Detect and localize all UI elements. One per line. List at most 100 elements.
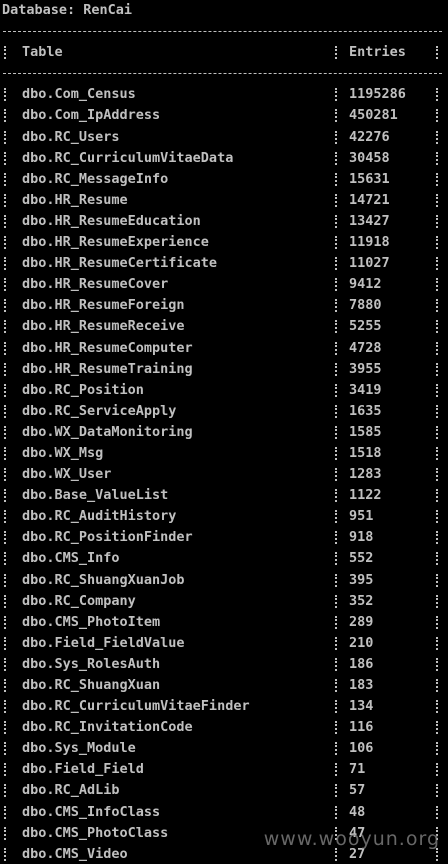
column-separator bbox=[335, 573, 339, 587]
column-separator bbox=[335, 425, 339, 439]
column-separator bbox=[4, 257, 8, 271]
border-rule bbox=[3, 73, 442, 75]
table-row: dbo.HR_Resume 14721 bbox=[0, 190, 448, 211]
column-separator bbox=[335, 341, 339, 355]
entry-count: 395 bbox=[349, 571, 374, 588]
entry-count: 1195286 bbox=[349, 86, 406, 103]
column-separator bbox=[4, 721, 8, 735]
table-body: dbo.Com_Census 1195286 dbo.Com_IpAddress 4… bbox=[0, 84, 448, 864]
table-name: dbo.Com_Census bbox=[22, 86, 136, 103]
table-row: dbo.RC_Position 3419 bbox=[0, 380, 448, 401]
table-name: dbo.CMS_InfoClass bbox=[22, 803, 161, 820]
console-window: Database: RenCai Table Entries dbo.Com_C… bbox=[0, 0, 448, 864]
column-separator bbox=[335, 763, 339, 777]
column-separator bbox=[335, 489, 339, 503]
table-name: dbo.CMS_PhotoItem bbox=[22, 613, 161, 630]
table-name: dbo.HR_ResumeTraining bbox=[22, 360, 193, 377]
column-separator bbox=[335, 805, 339, 819]
column-separator bbox=[335, 88, 339, 102]
column-separator bbox=[4, 299, 8, 313]
table-name: dbo.Com_IpAddress bbox=[22, 107, 161, 124]
table-name: dbo.Sys_Module bbox=[22, 740, 136, 757]
table-row: dbo.RC_PositionFinder 918 bbox=[0, 527, 448, 548]
column-separator bbox=[4, 109, 8, 123]
column-separator bbox=[436, 489, 440, 503]
entry-count: 1635 bbox=[349, 402, 382, 419]
column-separator bbox=[335, 320, 339, 334]
table-name: dbo.CMS_Video bbox=[22, 845, 128, 862]
entry-count: 4728 bbox=[349, 339, 382, 356]
column-separator bbox=[335, 193, 339, 207]
column-separator bbox=[4, 615, 8, 629]
entry-count: 289 bbox=[349, 613, 374, 630]
column-separator bbox=[436, 278, 440, 292]
table-name: dbo.RC_AdLib bbox=[22, 782, 120, 799]
column-separator bbox=[436, 805, 440, 819]
table-header-row: Table Entries bbox=[0, 42, 448, 63]
column-separator bbox=[335, 636, 339, 650]
entry-count: 7880 bbox=[349, 297, 382, 314]
entry-count: 3419 bbox=[349, 381, 382, 398]
column-separator bbox=[436, 193, 440, 207]
entry-count: 5255 bbox=[349, 318, 382, 335]
column-separator bbox=[4, 151, 8, 165]
watermark: www.wooyun.org bbox=[263, 827, 440, 850]
column-separator bbox=[4, 425, 8, 439]
column-separator bbox=[4, 172, 8, 186]
column-separator bbox=[4, 552, 8, 566]
column-separator bbox=[335, 615, 339, 629]
column-separator bbox=[4, 657, 8, 671]
column-separator bbox=[436, 46, 440, 60]
database-line: Database: RenCai bbox=[0, 0, 448, 21]
entry-count: 1585 bbox=[349, 423, 382, 440]
column-separator bbox=[335, 236, 339, 250]
column-separator bbox=[4, 383, 8, 397]
column-separator bbox=[4, 362, 8, 376]
column-separator bbox=[436, 404, 440, 418]
table-name: dbo.RC_ShuangXuan bbox=[22, 677, 161, 693]
table-row: dbo.HR_ResumeExperience 11918 bbox=[0, 232, 448, 253]
column-separator bbox=[335, 109, 339, 123]
table-row: dbo.Sys_RolesAuth 186 bbox=[0, 654, 448, 675]
entry-count: 1518 bbox=[349, 444, 382, 461]
column-separator bbox=[436, 510, 440, 524]
table-name: dbo.HR_ResumeCover bbox=[22, 276, 169, 293]
table-row: dbo.RC_InvitationCode 116 bbox=[0, 717, 448, 738]
table-row: dbo.RC_AdLib 57 bbox=[0, 780, 448, 801]
column-separator bbox=[335, 468, 339, 482]
table-row: dbo.WX_DataMonitoring 1585 bbox=[0, 422, 448, 443]
column-separator bbox=[335, 151, 339, 165]
entry-count: 57 bbox=[349, 782, 366, 799]
entry-count: 11027 bbox=[349, 255, 390, 272]
table-row: dbo.RC_ServiceApply 1635 bbox=[0, 401, 448, 422]
table-name: dbo.RC_Users bbox=[22, 128, 120, 145]
entry-count: 106 bbox=[349, 740, 374, 757]
column-separator bbox=[335, 594, 339, 608]
column-separator bbox=[4, 489, 8, 503]
table-name: dbo.HR_ResumeCertificate bbox=[22, 255, 218, 272]
table-name: dbo.WX_Msg bbox=[22, 444, 104, 461]
column-separator bbox=[335, 299, 339, 313]
column-separator bbox=[436, 151, 440, 165]
column-separator bbox=[335, 383, 339, 397]
table-name: dbo.RC_Position bbox=[22, 381, 144, 398]
column-separator bbox=[4, 742, 8, 756]
column-separator bbox=[335, 257, 339, 271]
entry-count: 42276 bbox=[349, 128, 390, 145]
entry-count: 30458 bbox=[349, 149, 390, 166]
entry-count: 352 bbox=[349, 592, 374, 609]
table-name: dbo.RC_PositionFinder bbox=[22, 529, 193, 546]
table-name: dbo.RC_ServiceApply bbox=[22, 402, 177, 419]
table-name: dbo.WX_DataMonitoring bbox=[22, 423, 193, 440]
column-separator bbox=[4, 278, 8, 292]
entry-count: 3955 bbox=[349, 360, 382, 377]
column-separator bbox=[436, 88, 440, 102]
column-separator bbox=[436, 763, 440, 777]
column-separator bbox=[4, 446, 8, 460]
column-separator bbox=[436, 320, 440, 334]
column-separator bbox=[436, 594, 440, 608]
entry-count: 134 bbox=[349, 698, 374, 715]
column-separator bbox=[4, 573, 8, 587]
table-row: dbo.CMS_PhotoItem 289 bbox=[0, 612, 448, 633]
table-row: dbo.HR_ResumeForeign 7880 bbox=[0, 295, 448, 316]
